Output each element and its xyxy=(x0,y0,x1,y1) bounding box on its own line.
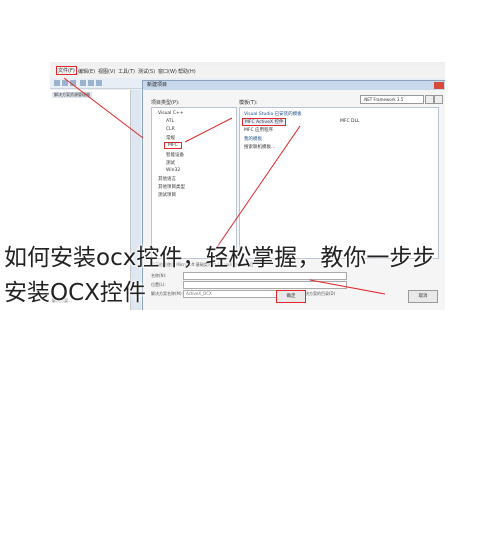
installed-templates-header: Visual Studio 已安装的模板 xyxy=(244,112,302,117)
tree-item[interactable]: 其他语言 xyxy=(158,176,176,182)
tree-item[interactable]: 常规 xyxy=(166,135,175,141)
tree-item[interactable]: ATL xyxy=(166,119,174,124)
template-mfc-app[interactable]: MFC 应用程序 xyxy=(244,127,273,133)
menu-file[interactable]: 文件(F) xyxy=(56,66,77,75)
title-line-2: 安装OCX控件 xyxy=(4,280,146,306)
menu-help[interactable]: 帮助(H) xyxy=(178,68,196,75)
copy-icon[interactable] xyxy=(88,80,94,86)
dialog-title: 新建项目 xyxy=(143,81,445,90)
small-icons-view-icon[interactable] xyxy=(434,95,443,104)
framework-select[interactable]: .NET Framework 3.5 xyxy=(360,95,424,104)
tree-item[interactable]: Visual C++ xyxy=(158,111,184,116)
open-icon[interactable] xyxy=(62,80,68,86)
large-icons-view-icon[interactable] xyxy=(425,95,434,104)
tree-item[interactable]: 智能设备 xyxy=(166,152,184,158)
new-icon[interactable] xyxy=(54,80,60,86)
project-type-tree: Visual C++ ATL CLR 常规 MFC 智能设备 测试 Win32 … xyxy=(151,107,237,259)
search-online-templates[interactable]: 搜索联机模板... xyxy=(244,144,275,150)
tree-item[interactable]: Win32 xyxy=(166,168,180,173)
menu-bar: 文件(F) 编辑(E) 视图(V) 工具(T) 测试(S) 窗口(W) 帮助(H… xyxy=(50,66,445,78)
article-title: 如何安装ocx控件，轻松掌握，教你一步步 安装OCX控件 xyxy=(4,241,488,311)
template-mfc-activex[interactable]: MFC ActiveX 控件 xyxy=(242,118,287,126)
menu-tools[interactable]: 工具(T) xyxy=(118,68,135,75)
paste-icon[interactable] xyxy=(96,80,102,86)
tree-item-mfc[interactable]: MFC xyxy=(164,142,182,149)
tree-item[interactable]: 测试 xyxy=(166,160,175,166)
menu-view[interactable]: 视图(V) xyxy=(98,68,115,75)
template-list: Visual Studio 已安装的模板 MFC ActiveX 控件 MFC … xyxy=(239,107,439,259)
title-line-1: 如何安装ocx控件，轻松掌握，教你一步步 xyxy=(4,245,436,271)
menu-edit[interactable]: 编辑(E) xyxy=(78,68,95,75)
menu-test[interactable]: 测试(S) xyxy=(138,68,155,75)
save-icon[interactable] xyxy=(70,80,76,86)
tree-item[interactable]: CLR xyxy=(166,127,175,132)
my-templates-header: 我的模板 xyxy=(244,137,262,142)
close-icon[interactable] xyxy=(434,82,444,89)
cut-icon[interactable] xyxy=(80,80,86,86)
tree-item[interactable]: 测试项目 xyxy=(158,192,176,198)
template-mfc-dll[interactable]: MFC DLL xyxy=(340,119,360,124)
solution-explorer-tab[interactable]: 解决方案资源管理器 xyxy=(52,92,92,98)
tree-item[interactable]: 其他项目类型 xyxy=(158,184,185,190)
menu-window[interactable]: 窗口(W) xyxy=(158,68,177,75)
templates-label: 模板(T): xyxy=(239,100,258,106)
project-types-label: 项目类型(P): xyxy=(151,100,180,106)
